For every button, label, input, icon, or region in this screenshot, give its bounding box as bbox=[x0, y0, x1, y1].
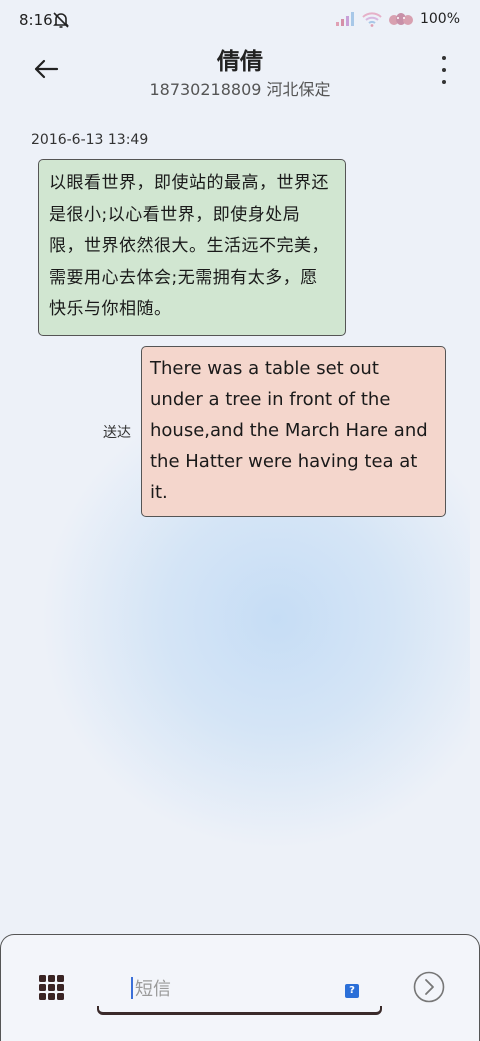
message-input[interactable] bbox=[133, 975, 337, 1003]
grid-cell-icon bbox=[39, 993, 46, 1000]
apps-grid-button[interactable] bbox=[39, 975, 65, 1001]
grid-cell-icon bbox=[57, 993, 64, 1000]
grid-cell-icon bbox=[48, 984, 55, 991]
grid-cell-icon bbox=[57, 984, 64, 991]
more-dot-icon bbox=[442, 68, 446, 72]
more-dot-icon bbox=[442, 56, 446, 60]
signal-icon bbox=[335, 12, 354, 26]
battery-percentage: 100% bbox=[419, 11, 460, 27]
status-indicators: 100% bbox=[335, 11, 460, 27]
more-options-button[interactable] bbox=[438, 56, 450, 84]
battery-icon bbox=[388, 13, 413, 25]
more-dot-icon bbox=[442, 80, 446, 84]
status-time: 8:16 bbox=[19, 11, 53, 29]
grid-cell-icon bbox=[48, 975, 55, 982]
grid-cell-icon bbox=[57, 975, 64, 982]
contact-detail: 18730218809 河北保定 bbox=[149, 80, 331, 99]
conversation-header: 倩倩 18730218809 河北保定 bbox=[0, 40, 480, 110]
message-timestamp: 2016-6-13 13:49 bbox=[31, 132, 149, 148]
input-underline bbox=[97, 1006, 382, 1015]
notification-muted-icon bbox=[53, 12, 69, 28]
received-message-bubble[interactable]: 以眼看世界，即使站的最高，世界还是很小;以心看世界，即使身处局限，世界依然很大。… bbox=[38, 159, 346, 336]
send-button[interactable] bbox=[413, 971, 445, 1003]
composer-panel: ? bbox=[0, 934, 480, 1041]
delivery-status: 送达 bbox=[103, 425, 131, 441]
message-input-wrapper: ? bbox=[97, 963, 382, 1015]
sim-card-icon[interactable]: ? bbox=[345, 984, 359, 998]
contact-name: 倩倩 bbox=[217, 49, 263, 75]
grid-cell-icon bbox=[39, 975, 46, 982]
wifi-icon bbox=[362, 11, 382, 27]
grid-cell-icon bbox=[39, 984, 46, 991]
status-bar: 8:16 100% bbox=[0, 0, 480, 40]
sent-message-bubble[interactable]: There was a table set out under a tree i… bbox=[141, 346, 446, 517]
grid-cell-icon bbox=[48, 993, 55, 1000]
